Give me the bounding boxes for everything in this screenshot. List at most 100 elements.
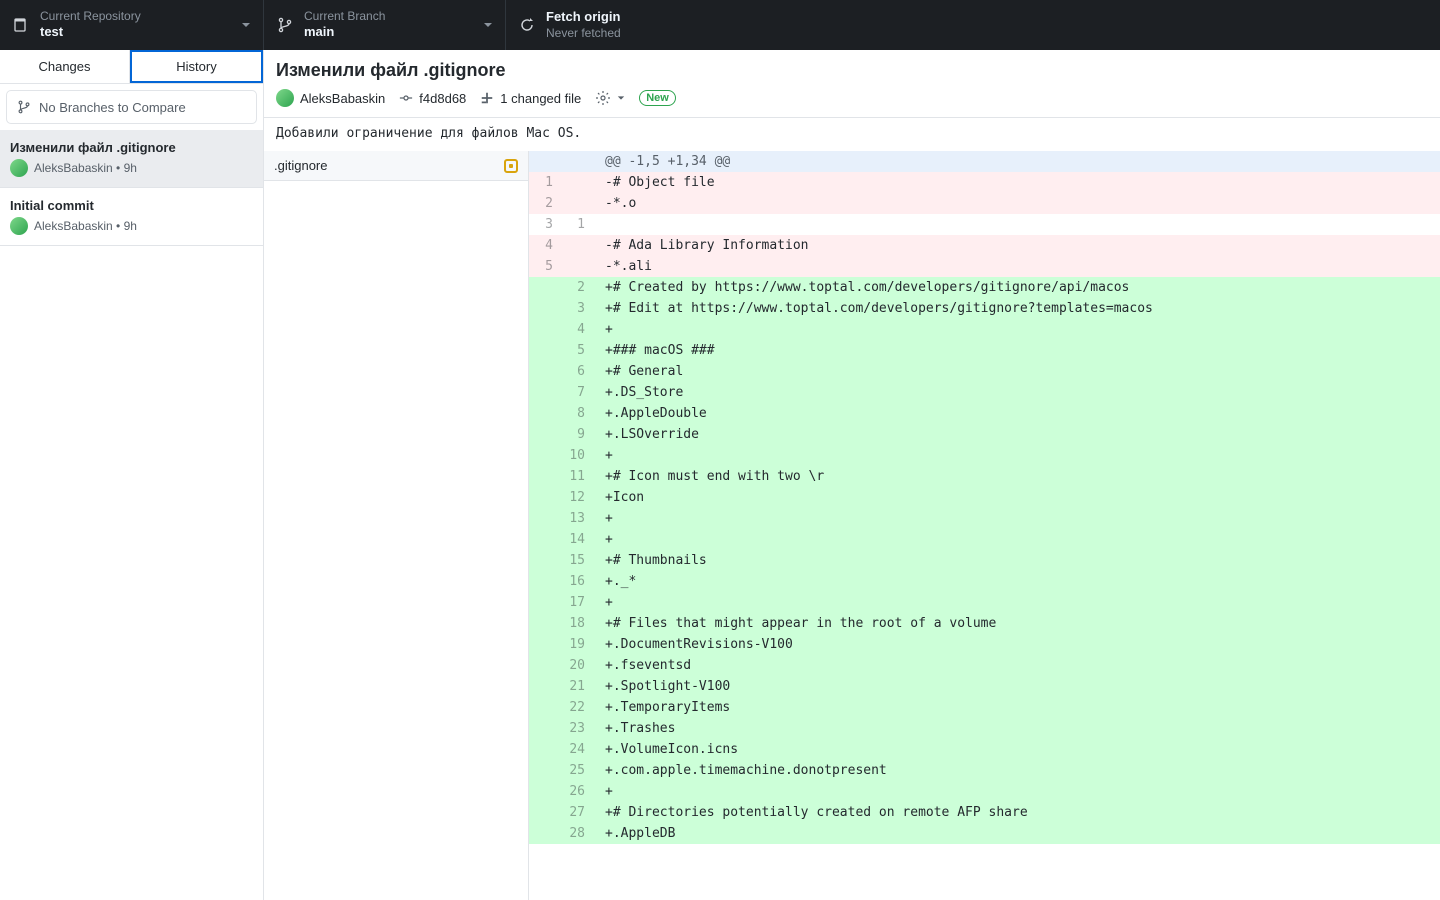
diff-code: +.Trashes	[597, 718, 1440, 739]
new-line-number	[561, 151, 593, 172]
new-line-number: 2	[561, 277, 593, 298]
old-line-number: 1	[529, 172, 561, 193]
old-line-number	[529, 340, 561, 361]
content: Изменили файл .gitignore AleksBabaskin f…	[264, 50, 1440, 900]
old-line-number	[529, 424, 561, 445]
old-line-number	[529, 151, 561, 172]
diff-view[interactable]: @@ -1,5 +1,34 @@1-# Object file2-*.o31 4…	[529, 151, 1440, 900]
diff-code	[597, 214, 1440, 235]
new-line-number: 24	[561, 739, 593, 760]
new-line-number: 5	[561, 340, 593, 361]
new-line-number: 19	[561, 634, 593, 655]
old-line-number	[529, 571, 561, 592]
diff-code: +._*	[597, 571, 1440, 592]
old-line-number	[529, 361, 561, 382]
diff-code: -*.o	[597, 193, 1440, 214]
compare-text: No Branches to Compare	[39, 100, 186, 115]
old-line-number	[529, 466, 561, 487]
new-line-number: 23	[561, 718, 593, 739]
sidebar-tabs: Changes History	[0, 50, 263, 84]
commit-options[interactable]	[595, 90, 625, 106]
new-line-number	[561, 193, 593, 214]
diff-row: 27+# Directories potentially created on …	[529, 802, 1440, 823]
new-line-number: 9	[561, 424, 593, 445]
diff-row: 1 -# Object file	[529, 172, 1440, 193]
diff-code: +.VolumeIcon.icns	[597, 739, 1440, 760]
old-line-number	[529, 319, 561, 340]
history-item-author: AleksBabaskin • 9h	[34, 161, 137, 175]
diff-row: 26+	[529, 781, 1440, 802]
repo-dropdown[interactable]: Current Repository test	[0, 0, 264, 50]
avatar	[276, 89, 294, 107]
new-line-number: 17	[561, 592, 593, 613]
file-name: .gitignore	[274, 158, 327, 173]
new-line-number: 15	[561, 550, 593, 571]
diff-row: 17+	[529, 592, 1440, 613]
diff-code: +	[597, 529, 1440, 550]
tab-changes[interactable]: Changes	[0, 50, 130, 83]
gear-icon	[595, 90, 611, 106]
fetch-button[interactable]: Fetch origin Never fetched	[506, 0, 750, 50]
file-row[interactable]: .gitignore	[264, 151, 528, 181]
diff-row: 14+	[529, 529, 1440, 550]
diff-code: -# Object file	[597, 172, 1440, 193]
branch-dropdown[interactable]: Current Branch main	[264, 0, 506, 50]
new-line-number: 16	[561, 571, 593, 592]
diff-row: 4+	[529, 319, 1440, 340]
old-line-number: 2	[529, 193, 561, 214]
commit-files-changed[interactable]: 1 changed file	[480, 91, 581, 106]
diff-row: 5+### macOS ###	[529, 340, 1440, 361]
diff-code: +# Directories potentially created on re…	[597, 802, 1440, 823]
history-list: Изменили файл .gitignore AleksBabaskin • …	[0, 130, 263, 900]
avatar	[10, 159, 28, 177]
branch-icon	[17, 100, 31, 114]
old-line-number: 5	[529, 256, 561, 277]
diff-code: +# Thumbnails	[597, 550, 1440, 571]
diff-code: +.DocumentRevisions-V100	[597, 634, 1440, 655]
diff-row: 19+.DocumentRevisions-V100	[529, 634, 1440, 655]
avatar	[10, 217, 28, 235]
new-line-number: 14	[561, 529, 593, 550]
history-item-author: AleksBabaskin • 9h	[34, 219, 137, 233]
history-item-title: Изменили файл .gitignore	[10, 140, 253, 155]
diff-code: +	[597, 319, 1440, 340]
new-line-number: 25	[561, 760, 593, 781]
repo-label: Current Repository	[40, 9, 141, 24]
new-line-number: 22	[561, 697, 593, 718]
fetch-label: Fetch origin	[546, 9, 621, 25]
diff-code: +.com.apple.timemachine.donotpresent	[597, 760, 1440, 781]
new-line-number	[561, 235, 593, 256]
tab-history[interactable]: History	[130, 50, 263, 83]
diff-code: +.AppleDouble	[597, 403, 1440, 424]
repo-icon	[12, 17, 30, 33]
diff-row: 24+.VolumeIcon.icns	[529, 739, 1440, 760]
old-line-number	[529, 382, 561, 403]
fetch-value: Never fetched	[546, 26, 621, 41]
diff-code: -*.ali	[597, 256, 1440, 277]
history-item[interactable]: Изменили файл .gitignore AleksBabaskin • …	[0, 130, 263, 188]
old-line-number	[529, 529, 561, 550]
modified-icon	[504, 159, 518, 173]
old-line-number	[529, 697, 561, 718]
old-line-number	[529, 403, 561, 424]
repo-value: test	[40, 24, 141, 40]
diff-row: 15+# Thumbnails	[529, 550, 1440, 571]
new-line-number: 1	[561, 214, 593, 235]
commit-icon	[399, 91, 413, 105]
commit-header: Изменили файл .gitignore AleksBabaskin f…	[264, 50, 1440, 117]
compare-branches[interactable]: No Branches to Compare	[6, 90, 257, 124]
new-line-number: 26	[561, 781, 593, 802]
diff-row: 20+.fseventsd	[529, 655, 1440, 676]
diff-code: +	[597, 592, 1440, 613]
files-list: .gitignore	[264, 151, 529, 900]
diff-row: 10+	[529, 445, 1440, 466]
diff-code: +.LSOverride	[597, 424, 1440, 445]
history-item[interactable]: Initial commitAleksBabaskin • 9h	[0, 188, 263, 246]
old-line-number	[529, 655, 561, 676]
new-line-number: 28	[561, 823, 593, 844]
diff-code: +# Created by https://www.toptal.com/dev…	[597, 277, 1440, 298]
old-line-number: 3	[529, 214, 561, 235]
diff-row: 7+.DS_Store	[529, 382, 1440, 403]
old-line-number	[529, 781, 561, 802]
commit-author: AleksBabaskin	[276, 89, 385, 107]
